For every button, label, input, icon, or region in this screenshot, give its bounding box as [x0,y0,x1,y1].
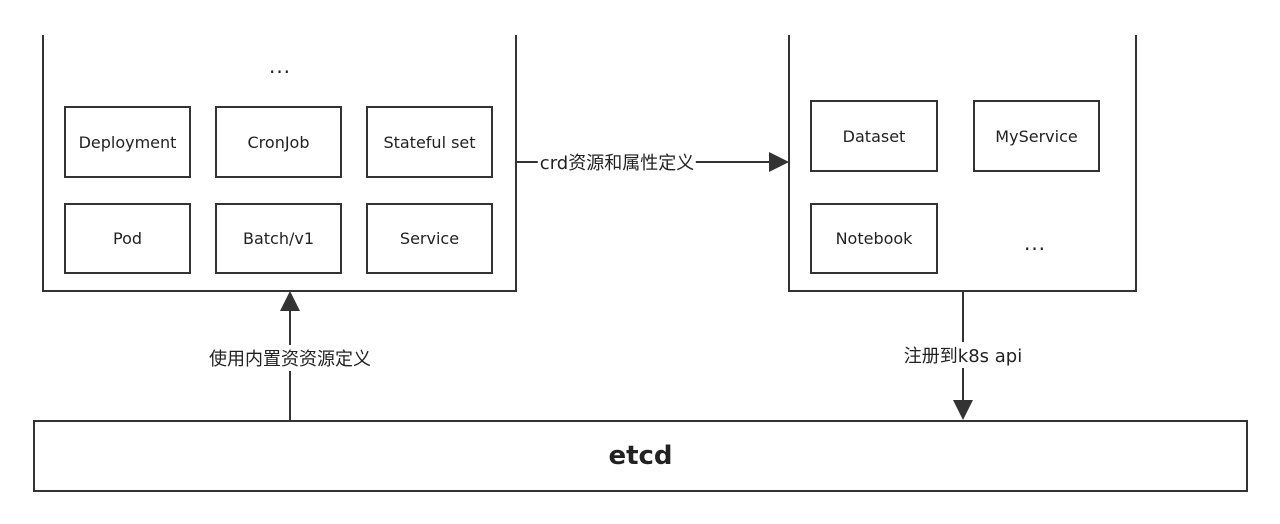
node-dataset: Dataset [810,100,938,172]
node-deployment: Deployment [64,106,191,178]
node-service: Service [366,203,493,274]
node-pod: Pod [64,203,191,274]
builtin-ellipsis: ... [268,54,292,78]
node-stateful-set: Stateful set [366,106,493,178]
builtin-edge-label: 使用内置资资源定义 [207,345,373,371]
etcd-box: etcd [33,420,1248,492]
crd-edge-label: crd资源和属性定义 [537,149,697,175]
node-myservice: MyService [973,100,1100,172]
node-batch-v1: Batch/v1 [215,203,342,274]
register-edge-label: 注册到k8s api [901,342,1025,368]
crd-ellipsis: ... [1023,231,1047,255]
node-cronjob: CronJob [215,106,342,178]
node-notebook: Notebook [810,203,938,274]
